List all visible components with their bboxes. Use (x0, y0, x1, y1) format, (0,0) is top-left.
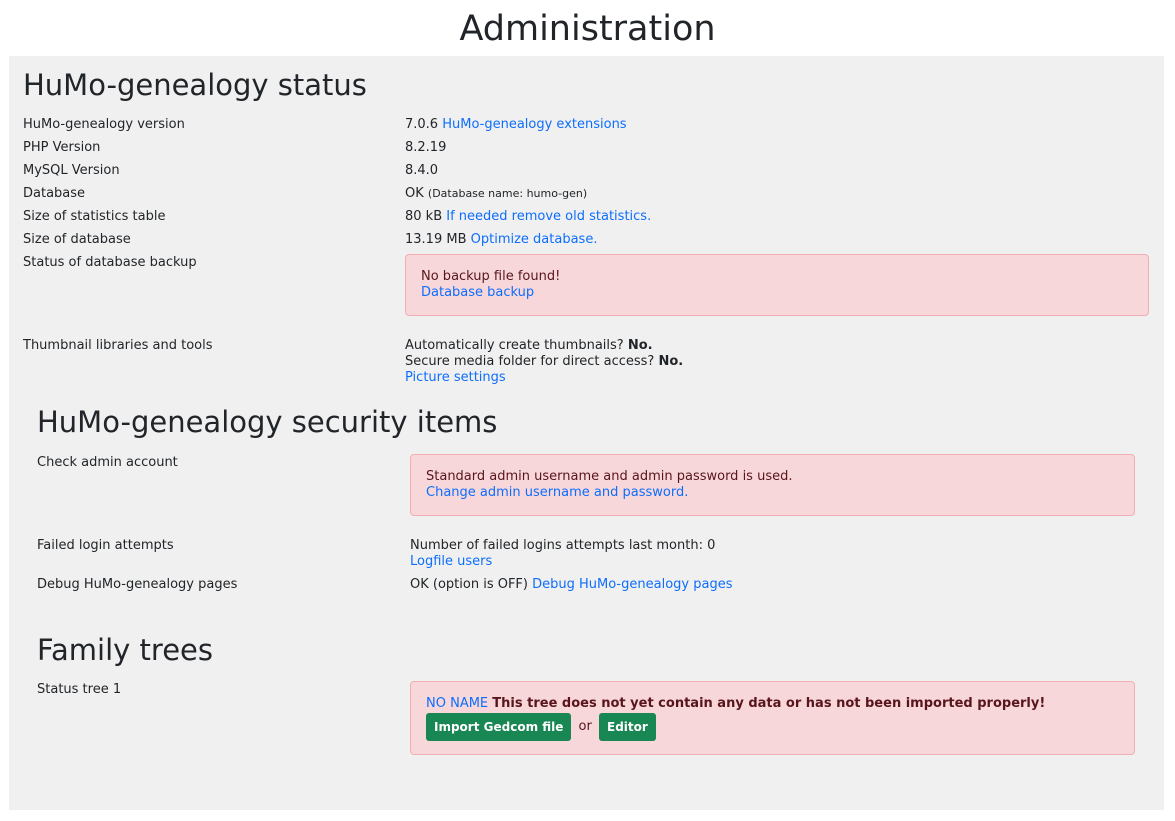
dbsize-number: 13.19 MB (405, 232, 467, 247)
thumb-auto-text: Automatically create thumbnails? (405, 338, 624, 353)
admin-label: Check admin account (37, 455, 178, 470)
failed-label: Failed login attempts (37, 538, 174, 553)
page-title: Administration (459, 9, 716, 49)
mysql-value: 8.4.0 (405, 163, 439, 178)
php-value: 8.2.19 (405, 140, 447, 155)
logfile-users-link[interactable]: Logfile users (410, 554, 492, 569)
tree-alert: NO NAME This tree does not yet contain a… (410, 681, 1135, 755)
thumb-value: Automatically create thumbnails? No. Sec… (405, 338, 683, 386)
import-gedcom-button[interactable]: Import Gedcom file (426, 713, 572, 741)
admin-panel: HuMo-genealogy status HuMo-genealogy ver… (9, 56, 1164, 810)
admin-alert: Standard admin username and admin passwo… (410, 454, 1135, 516)
tree-label: Status tree 1 (37, 682, 122, 697)
optimize-database-link[interactable]: Optimize database. (471, 232, 598, 247)
security-heading: HuMo-genealogy security items (37, 405, 498, 439)
database-name: (Database name: humo-gen) (427, 187, 588, 200)
debug-status: OK (option is OFF) (410, 577, 528, 592)
tree-warning: This tree does not yet contain any data … (492, 696, 1046, 711)
dbsize-label: Size of database (23, 232, 131, 247)
thumb-auto: Automatically create thumbnails? No. (405, 338, 683, 354)
mysql-label: MySQL Version (23, 163, 120, 178)
php-label: PHP Version (23, 140, 101, 155)
stats-label: Size of statistics table (23, 209, 166, 224)
version-value: 7.0.6 HuMo-genealogy extensions (405, 117, 627, 133)
version-number: 7.0.6 (405, 117, 439, 132)
or-text: or (578, 719, 592, 734)
thumb-label: Thumbnail libraries and tools (23, 338, 213, 353)
database-ok: OK (405, 186, 424, 201)
stats-size: 80 kB (405, 209, 443, 224)
debug-label: Debug HuMo-genealogy pages (37, 577, 238, 592)
database-value: OK (Database name: humo-gen) (405, 186, 587, 202)
remove-statistics-link[interactable]: If needed remove old statistics. (446, 209, 651, 224)
database-backup-link[interactable]: Database backup (421, 285, 534, 300)
status-heading: HuMo-genealogy status (23, 68, 367, 102)
backup-alert: No backup file found! Database backup (405, 254, 1149, 316)
debug-value: OK (option is OFF) Debug HuMo-genealogy … (410, 577, 732, 593)
thumb-auto-value: No. (627, 338, 653, 353)
backup-label: Status of database backup (23, 255, 197, 270)
dbsize-value: 13.19 MB Optimize database. (405, 232, 597, 248)
tree-warning-line: NO NAME This tree does not yet contain a… (426, 696, 1119, 712)
thumb-secure-text: Secure media folder for direct access? (405, 354, 655, 369)
tree-name-link[interactable]: NO NAME (426, 696, 488, 711)
version-label: HuMo-genealogy version (23, 117, 185, 132)
change-admin-link[interactable]: Change admin username and password. (426, 485, 688, 500)
extensions-link[interactable]: HuMo-genealogy extensions (442, 117, 626, 132)
editor-button[interactable]: Editor (599, 713, 656, 741)
trees-heading: Family trees (37, 633, 213, 667)
thumb-secure-value: No. (658, 354, 684, 369)
database-label: Database (23, 186, 86, 201)
debug-pages-link[interactable]: Debug HuMo-genealogy pages (532, 577, 732, 592)
failed-value: Number of failed logins attempts last mo… (410, 538, 715, 570)
tree-actions: Import Gedcom file or Editor (426, 713, 1119, 741)
backup-message: No backup file found! (421, 269, 561, 284)
picture-settings-link[interactable]: Picture settings (405, 370, 506, 385)
stats-value: 80 kB If needed remove old statistics. (405, 209, 651, 225)
thumb-secure: Secure media folder for direct access? N… (405, 354, 683, 370)
failed-text: Number of failed logins attempts last mo… (410, 538, 716, 553)
admin-message: Standard admin username and admin passwo… (426, 469, 793, 484)
